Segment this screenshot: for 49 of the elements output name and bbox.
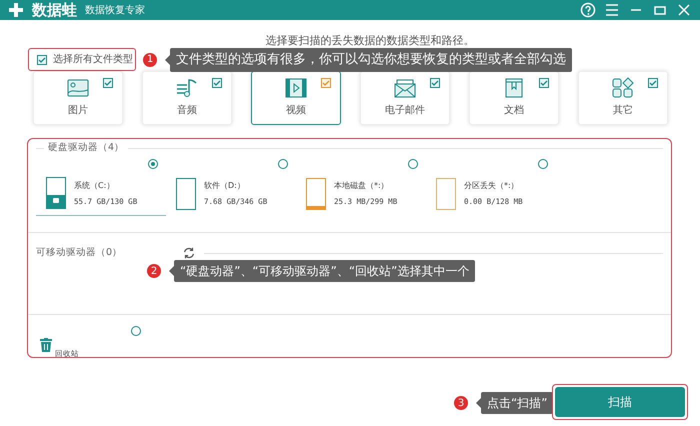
other-icon xyxy=(611,76,635,100)
callout-text: “硬盘动器”、“可移动驱动器”、“回收站”选择其中一个 xyxy=(174,260,476,282)
checkbox[interactable] xyxy=(212,78,222,88)
file-type-label: 文档 xyxy=(504,104,524,118)
drive-name: 系统（C:） xyxy=(74,180,116,192)
logo-icon xyxy=(8,2,24,18)
radio-button[interactable] xyxy=(148,159,158,170)
file-type-card[interactable]: 音频 xyxy=(142,71,232,125)
drive-name: 分区丢失（*:） xyxy=(464,180,520,192)
drive-name: 软件（D:） xyxy=(204,180,246,192)
menu-icon[interactable] xyxy=(604,2,620,18)
checkbox[interactable] xyxy=(648,78,658,88)
checkbox[interactable] xyxy=(37,54,47,64)
file-type-label: 图片 xyxy=(68,104,88,118)
checkbox[interactable] xyxy=(321,78,331,88)
help-icon[interactable] xyxy=(580,2,596,18)
callout-text: 文件类型的选项有很多，你可以勾选你想要恢复的类型或者全部勾选 xyxy=(170,48,572,72)
file-type-card[interactable]: 文档 xyxy=(469,71,559,125)
step-badge: 3 xyxy=(454,396,468,410)
radio-button[interactable] xyxy=(538,159,548,170)
file-type-card[interactable]: 视频 xyxy=(251,71,341,125)
app-name: 数据蛙 xyxy=(32,2,77,18)
radio-button[interactable] xyxy=(408,159,418,170)
radio-button[interactable] xyxy=(278,159,288,170)
drive-name: 本地磁盘（*:） xyxy=(334,180,390,192)
close-icon[interactable] xyxy=(676,2,692,18)
refresh-icon[interactable] xyxy=(182,246,196,260)
step-badge: 2 xyxy=(147,264,161,278)
checkbox[interactable] xyxy=(539,78,549,88)
video-icon xyxy=(284,76,308,100)
file-type-card[interactable]: 电子邮件 xyxy=(360,71,450,125)
file-type-label: 电子邮件 xyxy=(385,104,425,118)
checkbox[interactable] xyxy=(103,78,113,88)
file-type-label: 其它 xyxy=(613,104,633,118)
callout-text: 点击“扫描” xyxy=(481,392,554,414)
section-title: 可移动驱动器（0） xyxy=(36,246,122,260)
file-type-card[interactable]: 图片 xyxy=(33,71,123,125)
app-subtitle: 数据恢复专家 xyxy=(85,4,145,18)
trash-icon xyxy=(40,338,52,352)
checkbox[interactable] xyxy=(430,78,440,88)
file-type-label: 音频 xyxy=(177,104,197,118)
section-title: 硬盘驱动器（4） xyxy=(48,141,124,155)
file-type-label: 视频 xyxy=(286,104,306,118)
instruction-heading: 选择要扫描的丢失数据的数据类型和路径。 xyxy=(266,34,474,47)
step-badge: 1 xyxy=(143,52,157,67)
select-all-checkbox[interactable]: 选择所有文件类型 xyxy=(28,48,136,71)
file-type-card[interactable]: 其它 xyxy=(578,71,668,125)
scan-button[interactable]: 扫描 xyxy=(555,387,685,417)
radio-button[interactable] xyxy=(131,326,141,336)
